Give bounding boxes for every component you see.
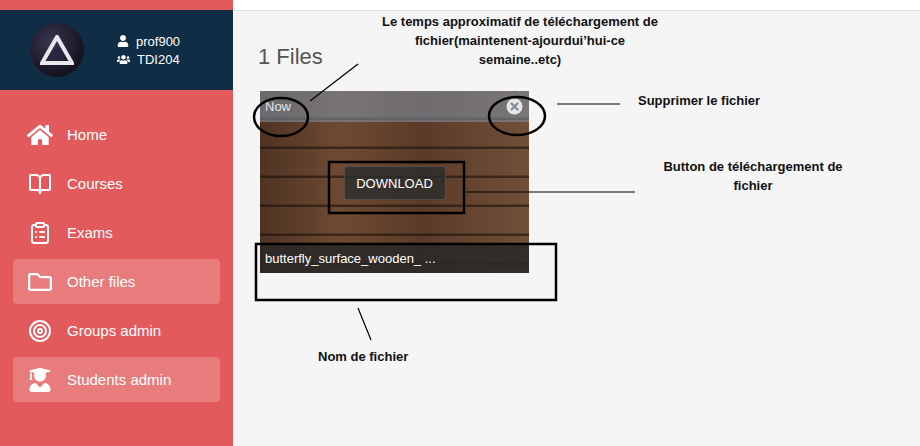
triangle-logo-icon <box>40 35 74 65</box>
time-annotation: Le temps approximatif de téléchargement … <box>345 12 695 69</box>
file-card-header: Now <box>260 91 529 122</box>
user-icon <box>117 35 129 47</box>
time-pointer <box>310 64 358 101</box>
file-preview: DOWNLOAD <box>260 122 529 244</box>
top-bar <box>233 0 920 11</box>
download-highlight <box>329 162 464 213</box>
user-name: prof900 <box>117 34 180 49</box>
file-name: butterfly_surface_wooden_ ... <box>260 244 529 273</box>
sidebar-item[interactable]: Other files <box>13 259 220 304</box>
sidebar-menu: HomeCoursesExamsOther filesGroups adminS… <box>0 90 233 402</box>
download-annotation: Button de téléchargement defichier <box>636 157 870 195</box>
sidebar: prof900 TDI204 HomeCoursesExamsOther files… <box>0 0 233 446</box>
sidebar-item[interactable]: Home <box>13 112 220 157</box>
avatar <box>30 23 84 77</box>
upload-time: Now <box>265 99 291 114</box>
name-pointer <box>358 308 371 340</box>
group-icon <box>117 53 130 66</box>
sidebar-item[interactable]: Exams <box>13 210 220 255</box>
home-icon <box>27 122 53 148</box>
download-button[interactable]: DOWNLOAD <box>344 166 446 200</box>
time-highlight <box>254 98 308 136</box>
profile-header: prof900 TDI204 <box>0 10 233 90</box>
app: prof900 TDI204 HomeCoursesExamsOther files… <box>0 0 920 446</box>
sidebar-item[interactable]: Groups admin <box>13 308 220 353</box>
sidebar-item[interactable]: Students admin <box>13 357 220 402</box>
file-card: Now DOWNLOAD butterfly_surface_wooden_ ... <box>260 91 529 273</box>
folder-icon <box>28 270 52 294</box>
user-info: prof900 TDI204 <box>117 34 180 67</box>
delete-highlight <box>489 97 545 135</box>
book-icon <box>28 172 52 196</box>
main-content: 1 FilesNowDOWNLOADbutterfly_surface_wood… <box>233 0 920 446</box>
clipboard-icon <box>28 221 52 245</box>
name-highlight <box>256 244 556 300</box>
delete-annotation: Supprimer le fichier <box>638 91 838 110</box>
sidebar-item[interactable]: Courses <box>13 161 220 206</box>
graduate-icon <box>28 368 52 392</box>
annotation-shapes <box>0 0 920 446</box>
name-annotation: Nom de fichier <box>318 347 478 366</box>
delete-icon[interactable] <box>506 98 523 115</box>
user-group: TDI204 <box>117 52 180 67</box>
download-pointer <box>464 191 635 192</box>
target-icon <box>28 319 52 343</box>
delete-pointer <box>557 103 620 104</box>
